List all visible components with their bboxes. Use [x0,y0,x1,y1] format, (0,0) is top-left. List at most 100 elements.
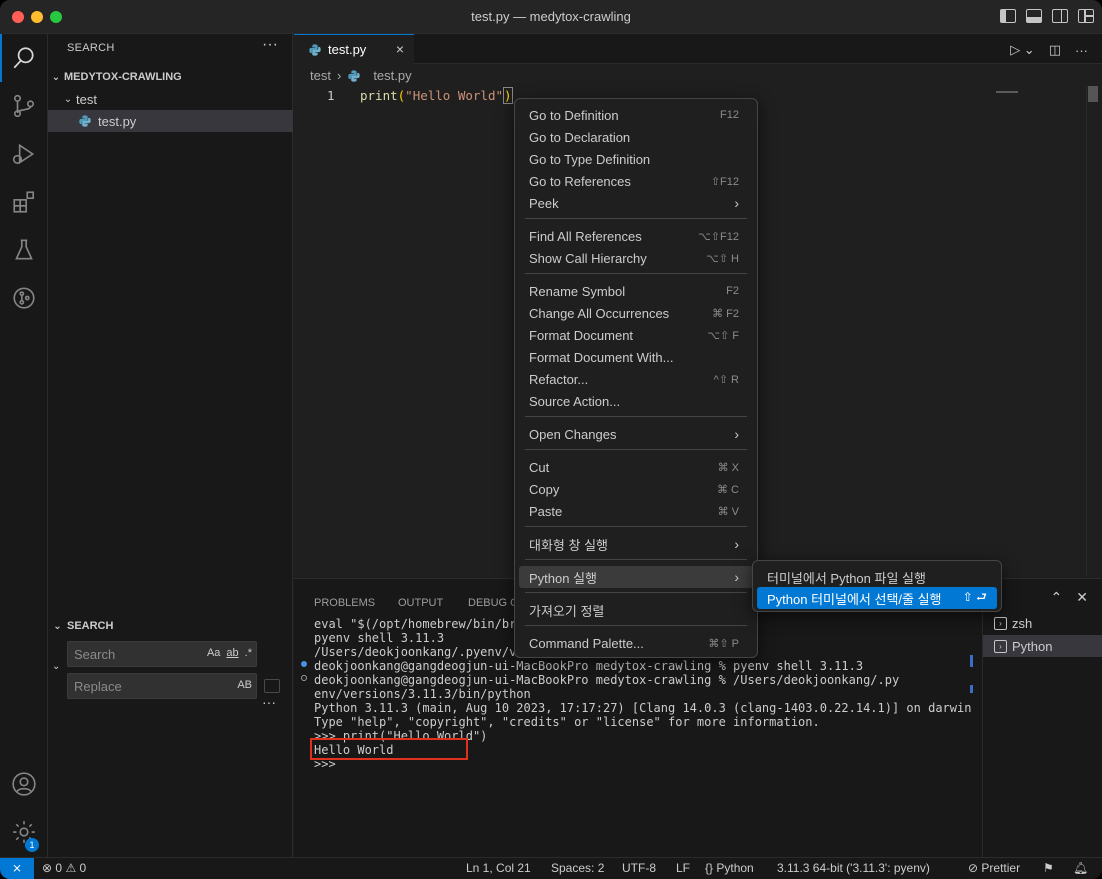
toggle-panel-icon[interactable] [1026,9,1042,23]
breadcrumb-folder[interactable]: test [310,68,331,83]
regex-icon[interactable]: .* [245,647,252,659]
extensions-icon[interactable] [0,178,48,226]
tab-test-py[interactable]: test.py × [294,34,414,64]
tab-output[interactable]: OUTPUT [398,597,443,609]
search-section-header[interactable]: ⌄ SEARCH [48,616,293,636]
menu-item-run-file-in-terminal[interactable]: 터미널에서 Python 파일 실행 [757,566,997,588]
indentation[interactable]: Spaces: 2 [551,861,604,875]
source-control-icon[interactable] [0,82,48,130]
menu-item-open-changes[interactable]: Open Changes › [519,423,753,445]
menu-shortcut: F12 [720,109,739,121]
split-editor-icon[interactable]: ◫ [1049,42,1061,58]
preserve-case-icon[interactable]: AB [237,679,252,691]
breadcrumb-file[interactable]: test.py [373,68,411,83]
match-word-icon[interactable]: ab [226,647,238,659]
menu-item-run-interactive[interactable]: 대화형 창 실행 › [519,533,753,555]
menu-label: Go to Definition [529,107,619,123]
menu-item-cut[interactable]: Cut ⌘ X [519,456,753,478]
editor-scrollbar[interactable] [1088,86,1098,102]
toggle-replace-chevron-icon[interactable]: ⌄ [52,661,60,672]
menu-item-source-action[interactable]: Source Action... [519,390,753,412]
menu-item-find-all-references[interactable]: Find All References ⌥⇧F12 [519,225,753,247]
notifications-bell-icon[interactable]: 🔔︎ [1073,861,1088,875]
language-mode[interactable]: {} Python [705,861,754,875]
tree-file-test-py[interactable]: test.py [48,110,293,132]
feedback-icon[interactable]: ⚑ [1043,861,1054,875]
terminal-item-python[interactable]: › Python [983,635,1102,657]
replace-all-icon[interactable] [264,679,280,693]
menu-item-copy[interactable]: Copy ⌘ C [519,478,753,500]
prettier-status[interactable]: ⊘ Prettier [968,861,1020,875]
project-root[interactable]: ⌄ MEDYTOX-CRAWLING [48,66,293,88]
editor-actions: ▷ ⌄ ◫ ··· [1010,42,1088,58]
menu-label: Rename Symbol [529,283,626,299]
search-input[interactable]: Search Aa ab .* [67,641,257,667]
search-icon[interactable] [0,34,48,82]
menu-label: 터미널에서 Python 파일 실행 [767,570,926,586]
warning-count: 0 [79,861,87,875]
minimap[interactable] [996,91,1018,93]
cursor-position[interactable]: Ln 1, Col 21 [466,861,531,875]
menu-item-run-selection-in-terminal[interactable]: Python 터미널에서 선택/줄 실행 ⇧ ⮐ [757,587,997,609]
terminal-scroll-mark [970,655,973,667]
menu-separator [525,625,747,626]
replace-input[interactable]: Replace AB [67,673,257,699]
layout-controls [1000,9,1094,23]
menu-item-go-to-definition[interactable]: Go to Definition F12 [519,104,753,126]
tab-problems[interactable]: PROBLEMS [314,597,375,609]
sidebar-more-actions-icon[interactable]: ··· [262,36,278,54]
menu-item-go-to-type-definition[interactable]: Go to Type Definition [519,148,753,170]
menu-label: Show Call Hierarchy [529,250,647,266]
git-graph-icon[interactable] [0,274,48,322]
match-case-icon[interactable]: Aa [207,647,220,659]
menu-item-go-to-references[interactable]: Go to References ⇧F12 [519,170,753,192]
maximize-panel-icon[interactable]: ⌃ [1051,589,1063,606]
end-of-line[interactable]: LF [676,861,690,875]
menu-separator [525,592,747,593]
toggle-primary-sidebar-icon[interactable] [1000,9,1016,23]
menu-shortcut: ⌥⇧ H [706,252,739,265]
menu-item-format-document-with[interactable]: Format Document With... [519,346,753,368]
menu-shortcut: ⇧F12 [710,175,739,188]
customize-layout-icon[interactable] [1078,9,1094,23]
testing-icon[interactable] [0,226,48,274]
menu-item-change-all-occurrences[interactable]: Change All Occurrences ⌘ F2 [519,302,753,324]
menu-item-refactor[interactable]: Refactor... ^⇧ R [519,368,753,390]
error-count: 0 [55,861,63,875]
search-placeholder: Search [74,647,116,662]
accounts-icon[interactable] [0,760,48,808]
menu-label: Go to Declaration [529,129,631,145]
remote-indicator-icon[interactable]: ⨯ [0,858,34,879]
menu-item-format-document[interactable]: Format Document ⌥⇧ F [519,324,753,346]
tab-debug-console[interactable]: DEBUG C [468,597,518,609]
menu-item-show-call-hierarchy[interactable]: Show Call Hierarchy ⌥⇧ H [519,247,753,269]
close-panel-icon[interactable]: ✕ [1076,589,1088,606]
menu-separator [525,218,747,219]
menu-item-rename-symbol[interactable]: Rename Symbol F2 [519,280,753,302]
menu-item-peek[interactable]: Peek › [519,192,753,214]
terminal-item-zsh[interactable]: › zsh [983,612,1102,634]
menu-item-command-palette[interactable]: Command Palette... ⌘⇧ P [519,632,753,654]
code-line[interactable]: print("Hello World") [360,87,513,104]
search-section-title: SEARCH [67,620,114,632]
python-interpreter[interactable]: 3.11.3 64-bit ('3.11.3': pyenv) [777,861,930,875]
more-actions-icon[interactable]: ··· [1075,43,1088,58]
encoding[interactable]: UTF-8 [622,861,656,875]
tree-folder-test[interactable]: ⌄ test [48,88,293,110]
menu-item-sort-imports[interactable]: 가져오기 정렬 [519,599,753,621]
toggle-secondary-sidebar-icon[interactable] [1052,9,1068,23]
menu-item-go-to-declaration[interactable]: Go to Declaration [519,126,753,148]
command-success-icon[interactable] [301,661,307,667]
problems-status[interactable]: ⊗ 0 ⚠ 0 [42,861,86,875]
run-debug-icon[interactable] [0,130,48,178]
menu-item-paste[interactable]: Paste ⌘ V [519,500,753,522]
menu-label: Format Document With... [529,349,674,365]
manage-gear-icon[interactable]: 1 [0,808,48,856]
run-python-file-icon[interactable]: ▷ ⌄ [1010,42,1035,58]
command-decoration-icon[interactable] [301,675,307,681]
close-icon[interactable]: × [396,41,404,57]
menu-item-run-python[interactable]: Python 실행 › [519,566,753,588]
menu-label: Go to Type Definition [529,151,651,167]
search-details-more-icon[interactable]: ··· [262,694,276,710]
file-label: test.py [98,113,137,129]
